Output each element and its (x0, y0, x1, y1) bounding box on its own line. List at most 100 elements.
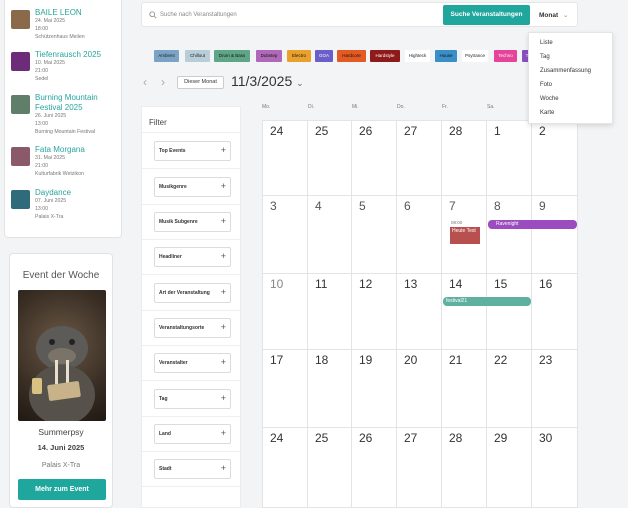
filter-toggle[interactable]: Musikgenre + (154, 177, 231, 197)
calendar-day-cell[interactable]: 24 (262, 428, 308, 508)
calendar-day-cell[interactable]: 4 (308, 196, 352, 274)
genre-chip[interactable]: Chillout (185, 50, 210, 62)
calendar-day-cell[interactable]: 21 (442, 350, 487, 428)
calendar-day-cell[interactable]: 11 (308, 274, 352, 350)
calendar-day-cell[interactable]: 25 (308, 428, 352, 508)
day-number: 4 (315, 199, 322, 213)
calendar-day-cell[interactable]: 5 (352, 196, 397, 274)
event-title: Ravenight (496, 221, 519, 227)
calendar-day-cell[interactable]: 23 (532, 350, 578, 428)
calendar-day-cell[interactable]: 24 (262, 120, 308, 196)
search-events-button[interactable]: Suche Veranstaltungen (443, 5, 530, 25)
filter-toggle[interactable]: Land + (154, 424, 231, 444)
filter-toggle[interactable]: Stadt + (154, 459, 231, 479)
calendar-day-cell[interactable]: 19 (352, 350, 397, 428)
filter-toggle[interactable]: Headliner + (154, 247, 231, 267)
next-month-button[interactable]: › (161, 75, 165, 89)
calendar-day-cell[interactable]: 28 (442, 428, 487, 508)
menu-item-photo[interactable]: Foto (540, 82, 552, 88)
genre-chip[interactable]: Electro (287, 50, 311, 62)
event-title[interactable]: BAILE LEON (35, 8, 127, 18)
genre-chip[interactable]: Ambient (154, 50, 179, 62)
genre-chip[interactable]: Dubstep (256, 50, 282, 62)
filter-toggle[interactable]: Art der Veranstaltung + (154, 283, 231, 303)
filter-toggle[interactable]: Veranstaltungsorte + (154, 318, 231, 338)
calendar-day-cell[interactable]: 29 (487, 428, 532, 508)
event-festival21[interactable]: festival21 (443, 297, 531, 306)
chevron-down-icon: ⌄ (562, 12, 569, 19)
event-venue: Kulturfabrik Wetzikon (35, 171, 84, 177)
genre-chip[interactable]: Highteck (405, 50, 430, 62)
calendar-day-cell[interactable]: 28 (442, 120, 487, 196)
calendar-day-cell[interactable]: 26 (352, 120, 397, 196)
calendar-day-cell[interactable]: 8 (487, 196, 532, 274)
view-selector[interactable]: Monat ⌄ (539, 11, 568, 19)
day-number: 24 (270, 124, 284, 138)
event-date: 24. Mai 2025 (35, 18, 65, 24)
event-title[interactable]: Fata Morgana (35, 145, 127, 155)
filter-panel: Filter Top Events + Musikgenre + Musik Subge… (141, 106, 241, 508)
genre-chip[interactable]: Psytrance (462, 50, 488, 62)
menu-item-list[interactable]: Liste (540, 40, 553, 46)
event-venue: Palais X-Tra (35, 214, 64, 220)
calendar-day-cell[interactable]: 12 (352, 274, 397, 350)
event-title[interactable]: Tiefenrausch 2025 (35, 50, 127, 60)
genre-chip[interactable]: Hardstyle (370, 50, 400, 62)
day-number: 30 (539, 431, 553, 445)
menu-item-week[interactable]: Woche (540, 96, 559, 102)
search-input[interactable]: Suche nach Veranstaltungen (160, 12, 237, 18)
calendar-day-cell[interactable]: 30 (532, 428, 578, 508)
genre-chip[interactable]: House (435, 50, 457, 62)
day-number: 8 (494, 199, 501, 213)
more-about-event-button[interactable]: Mehr zum Event (18, 479, 106, 500)
calendar-day-cell[interactable]: 27 (397, 120, 442, 196)
menu-item-summary[interactable]: Zusammenfassung (540, 68, 591, 74)
menu-item-day[interactable]: Tag (540, 54, 550, 60)
event-poster-image[interactable] (18, 290, 106, 421)
event-of-week-date: 14. Juni 2025 (37, 443, 85, 452)
day-number: 18 (315, 353, 329, 367)
filter-toggle[interactable]: Tag + (154, 389, 231, 409)
calendar-day-cell[interactable]: 1 (487, 120, 532, 196)
filter-toggle[interactable]: Veranstalter + (154, 353, 231, 373)
calendar-day-cell[interactable]: 9 (532, 196, 578, 274)
month-picker[interactable]: 11/3/2025 ⌄ (231, 73, 304, 89)
calendar-day-cell[interactable]: 13 (397, 274, 442, 350)
calendar-day-cell[interactable]: 6 (397, 196, 442, 274)
day-number: 5 (359, 199, 366, 213)
event-title[interactable]: Daydance (35, 188, 127, 198)
calendar-day-cell[interactable]: 27 (397, 428, 442, 508)
calendar-day-cell[interactable]: 25 (308, 120, 352, 196)
filter-toggle[interactable]: Top Events + (154, 141, 231, 161)
calendar-day-cell[interactable]: 3 (262, 196, 308, 274)
genre-chip[interactable]: Hardcore (337, 50, 366, 62)
prev-month-button[interactable]: ‹ (143, 75, 147, 89)
genre-chip[interactable]: GOA (315, 50, 333, 62)
genre-chip[interactable]: Techno (494, 50, 517, 62)
event-title[interactable]: Burning Mountain Festival 2025 (35, 93, 127, 112)
filter-label: Stadt (159, 466, 172, 472)
event-title: Heute Test (452, 228, 476, 234)
this-month-button[interactable]: Dieser Monat (177, 76, 224, 89)
genre-chip[interactable]: Drum & Bass (214, 50, 250, 62)
day-number: 10 (270, 277, 284, 291)
event-thumbnail (11, 190, 30, 209)
calendar-day-cell[interactable]: 14 (442, 274, 487, 350)
calendar-day-cell[interactable]: 17 (262, 350, 308, 428)
event-heute-test[interactable]: Heute Test (450, 227, 480, 244)
calendar-day-cell[interactable]: 2 (532, 120, 578, 196)
calendar-day-cell[interactable]: 22 (487, 350, 532, 428)
calendar-day-cell[interactable]: 15 (487, 274, 532, 350)
day-number: 3 (270, 199, 277, 213)
calendar-day-cell[interactable]: 18 (308, 350, 352, 428)
calendar-day-cell[interactable]: 26 (352, 428, 397, 508)
plus-icon: + (220, 216, 226, 226)
filter-toggle[interactable]: Musik Subgenre + (154, 212, 231, 232)
calendar-day-cell[interactable]: 20 (397, 350, 442, 428)
menu-item-map[interactable]: Karte (540, 110, 554, 116)
calendar-day-cell[interactable]: 10 (262, 274, 308, 350)
calendar-day-cell[interactable]: 16 (532, 274, 578, 350)
weekday-header: Sa. (487, 104, 495, 110)
day-number: 25 (315, 431, 329, 445)
event-ravenight[interactable]: Ravenight (488, 220, 577, 229)
